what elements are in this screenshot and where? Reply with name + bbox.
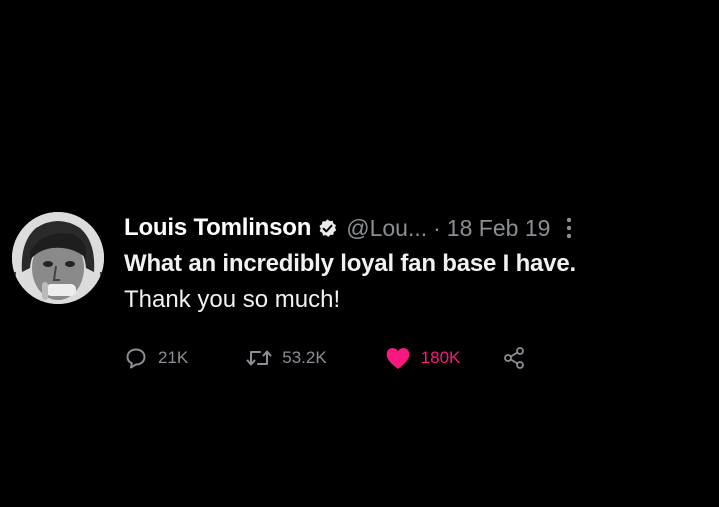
retweet-icon (246, 350, 272, 366)
separator-dot: · (433, 214, 441, 241)
avatar[interactable] (12, 212, 104, 304)
tweet-body: Louis Tomlinson @Lou... · 18 Feb 19 What… (124, 208, 694, 369)
reply-count: 21K (158, 348, 189, 367)
verified-badge-icon (317, 218, 338, 239)
like-count: 180K (420, 348, 461, 367)
author-name[interactable]: Louis Tomlinson (124, 214, 311, 242)
like-button[interactable]: 180K (385, 346, 461, 370)
tweet-date[interactable]: 18 Feb 19 (447, 215, 551, 242)
heart-icon (386, 348, 410, 369)
tweet-header: Louis Tomlinson @Lou... · 18 Feb 19 (124, 208, 694, 248)
vertical-dots-icon[interactable] (562, 216, 576, 240)
tweet-card[interactable]: Louis Tomlinson @Lou... · 18 Feb 19 What… (12, 208, 702, 388)
retweet-count: 53.2K (282, 348, 327, 367)
tweet-actions: 21K 53.2K 180K (124, 338, 536, 378)
retweet-button[interactable]: 53.2K (246, 347, 327, 369)
tweet-text-line-1: What an incredibly loyal fan base I have… (124, 250, 576, 277)
reply-button[interactable]: 21K (124, 346, 188, 370)
author-handle[interactable]: @Lou... (346, 215, 427, 242)
reply-icon (126, 348, 146, 369)
share-button[interactable] (502, 346, 536, 370)
tweet-text-line-2: Thank you so much! (124, 286, 341, 313)
share-icon (504, 347, 525, 369)
tweet-text: What an incredibly loyal fan base I have… (124, 246, 694, 318)
